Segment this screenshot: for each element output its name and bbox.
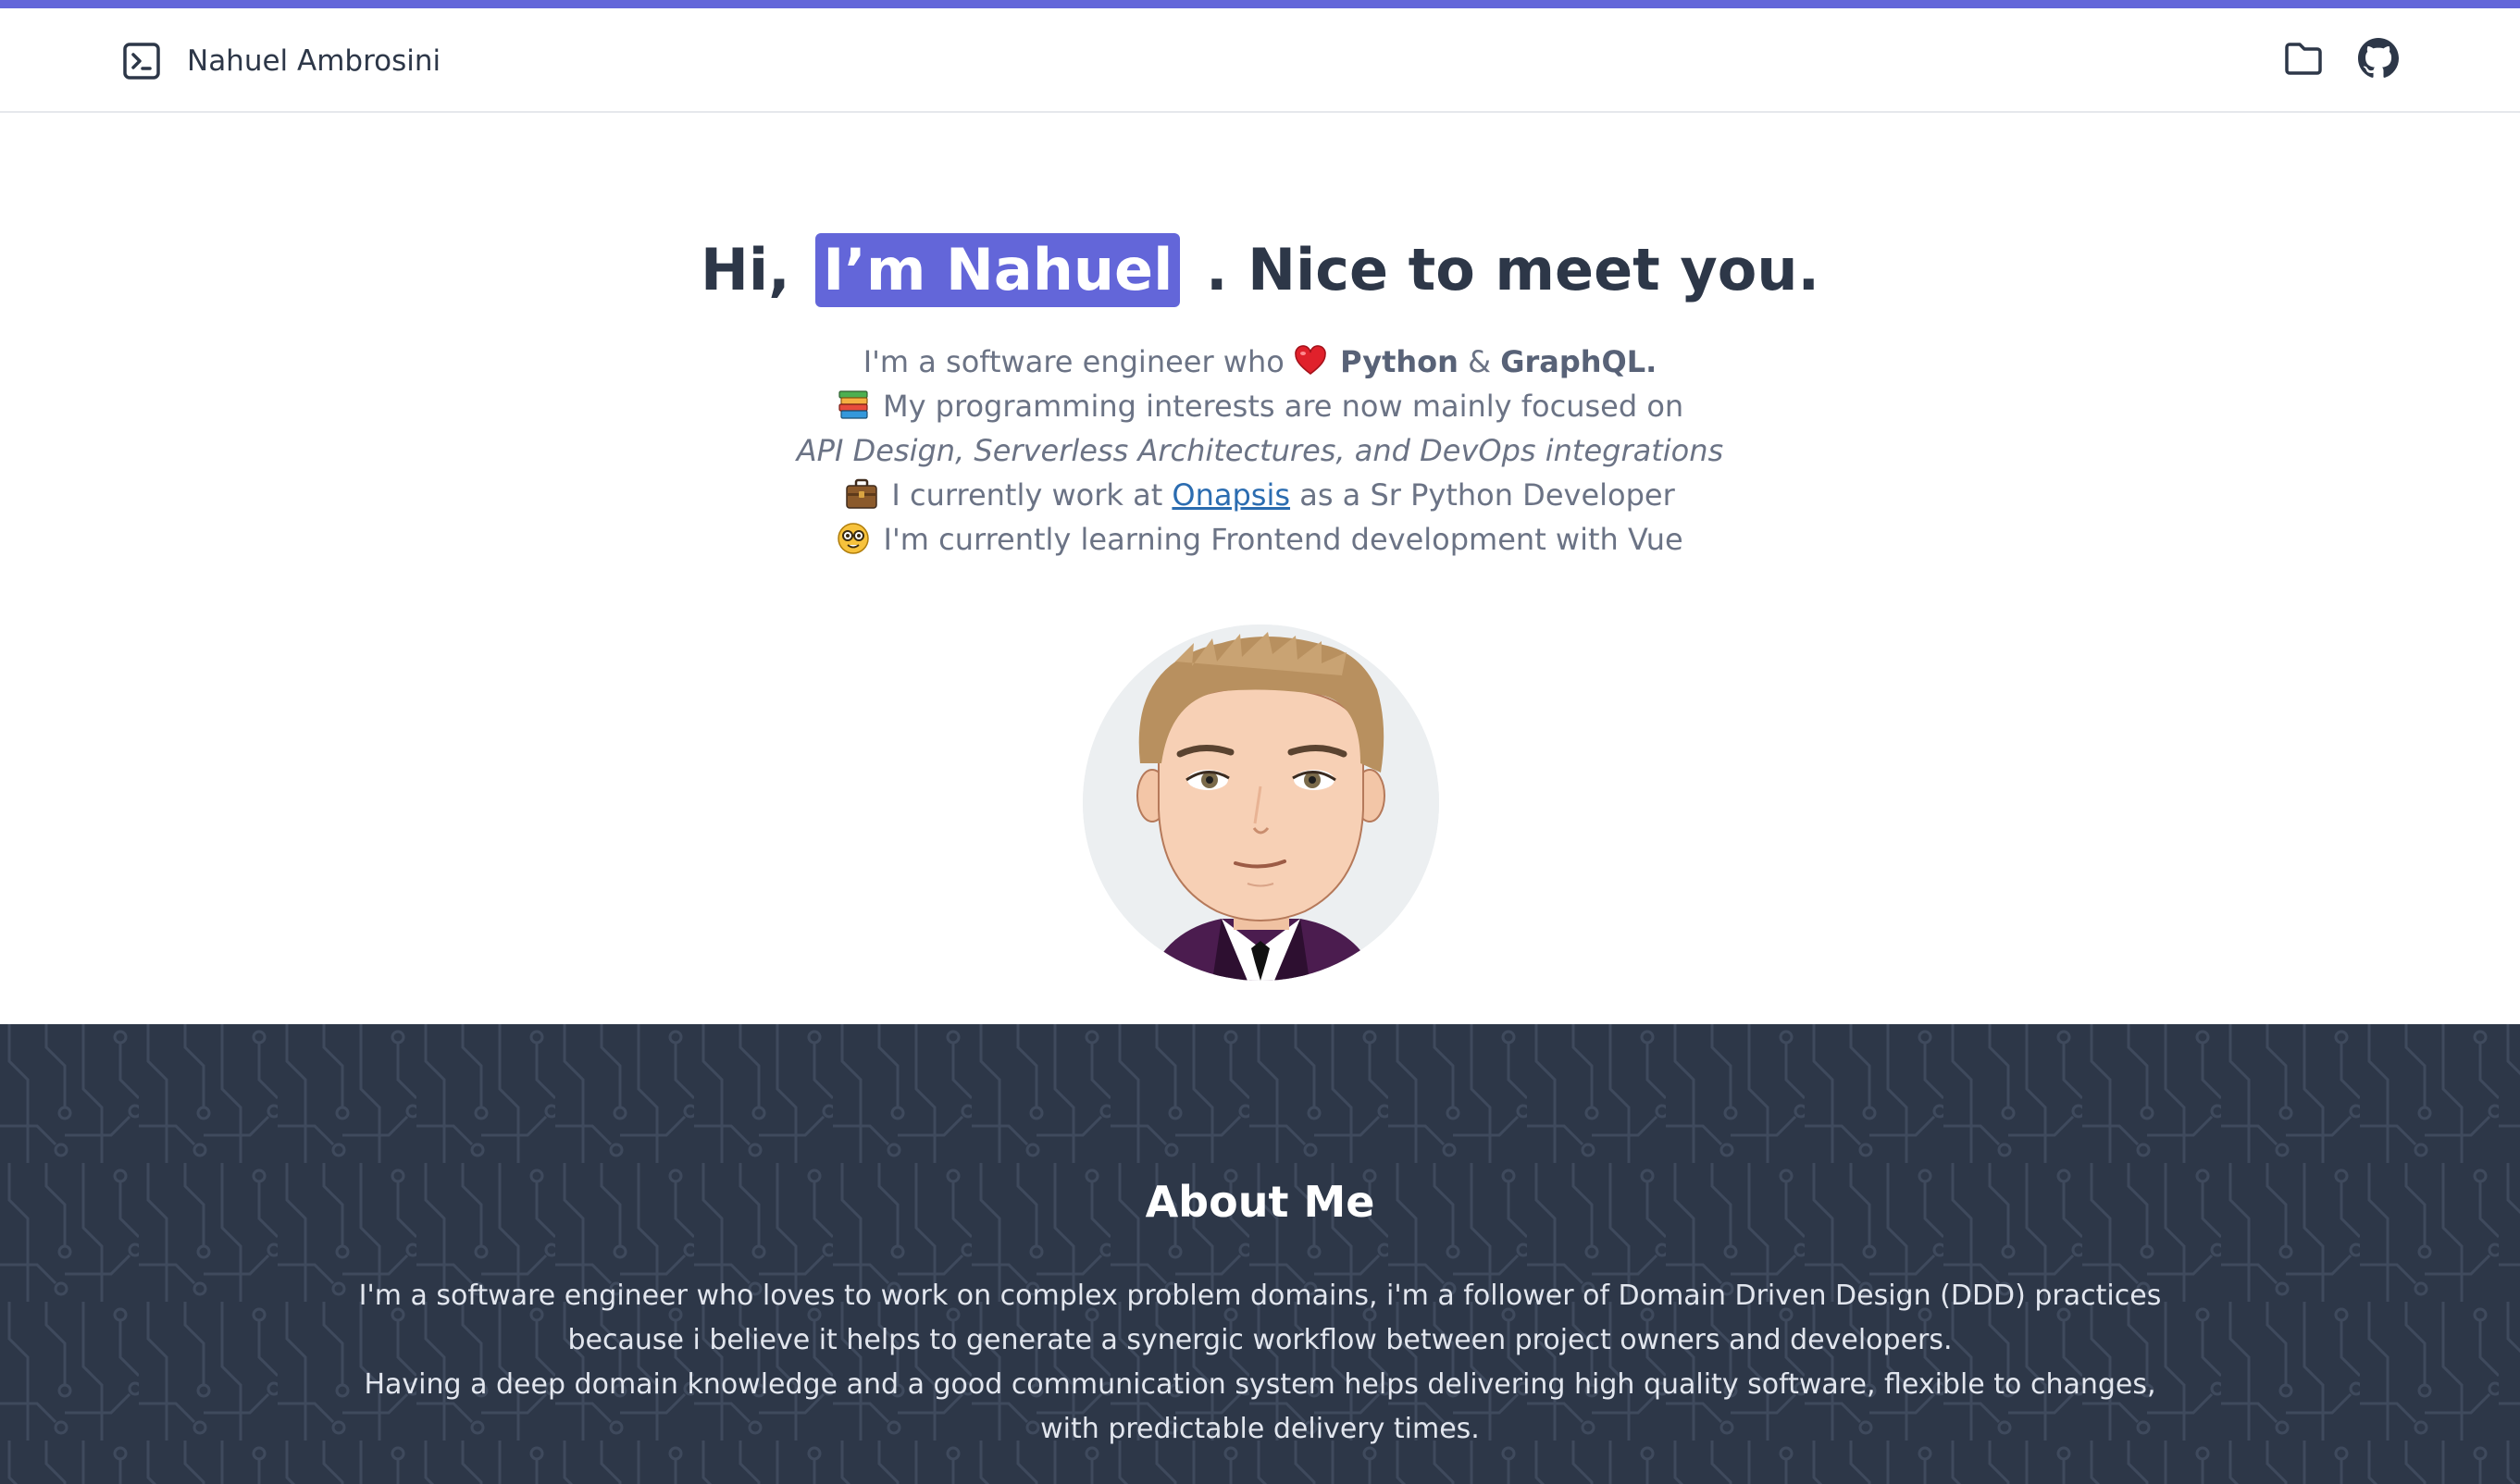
hero-tagline: . Nice to meet you. [1205,236,1820,303]
hero-name-highlight: I’m Nahuel [815,233,1181,307]
hero-title: Hi, I’m Nahuel . Nice to meet you. [0,233,2520,307]
about-paragraph-2: Having a deep domain knowledge and a goo… [364,1368,2156,1445]
intro-line-2-text: My programming interests are now mainly … [882,389,1684,424]
about-paragraph-1: I'm a software engineer who loves to wor… [358,1280,2162,1356]
avatar [1083,625,1439,981]
briefcase-icon [845,477,878,511]
top-accent-bar [0,0,2520,8]
folder-icon [2283,40,2324,80]
about-title: About Me [1145,1177,1375,1227]
intro-line-5: I'm currently learning Frontend developm… [0,517,2520,562]
about-section: About Me I'm a software engineer who lov… [0,1024,2520,1484]
python-label: Python [1340,344,1459,379]
intro-line-3: API Design, Serverless Architectures, an… [0,428,2520,473]
intro-line-1: I'm a software engineer who Python & Gra… [0,340,2520,384]
graphql-label: GraphQL. [1500,344,1657,379]
onapsis-link[interactable]: Onapsis [1172,477,1290,513]
github-icon [2358,38,2399,82]
hero-section: Hi, I’m Nahuel . Nice to meet you. I'm a… [0,113,2520,1024]
about-text: I'm a software engineer who loves to wor… [342,1274,2178,1452]
hero-greeting: Hi, [700,236,790,303]
terminal-icon [122,42,161,80]
books-icon [837,389,870,422]
ampersand: & [1468,344,1492,379]
brand-name: Nahuel Ambrosini [187,44,441,78]
intro-line-2: My programming interests are now mainly … [0,384,2520,428]
intro-line-5-text: I'm currently learning Frontend developm… [883,522,1683,557]
heart-icon [1294,344,1327,377]
intro-line-4: I currently work at Onapsis as a Sr Pyth… [0,473,2520,517]
brand[interactable]: Nahuel Ambrosini [122,39,441,83]
focus-areas-text: API Design, Serverless Architectures, an… [796,433,1724,468]
intro-line-1-prefix: I'm a software engineer who [863,344,1285,379]
intro-text: I'm a software engineer who Python & Gra… [0,340,2520,562]
navbar: Nahuel Ambrosini [0,8,2520,113]
github-button[interactable] [2356,38,2401,82]
work-suffix: as a Sr Python Developer [1299,477,1675,513]
work-prefix: I currently work at [891,477,1163,513]
nerd-face-icon [837,522,870,555]
projects-folder-button[interactable] [2281,38,2326,82]
